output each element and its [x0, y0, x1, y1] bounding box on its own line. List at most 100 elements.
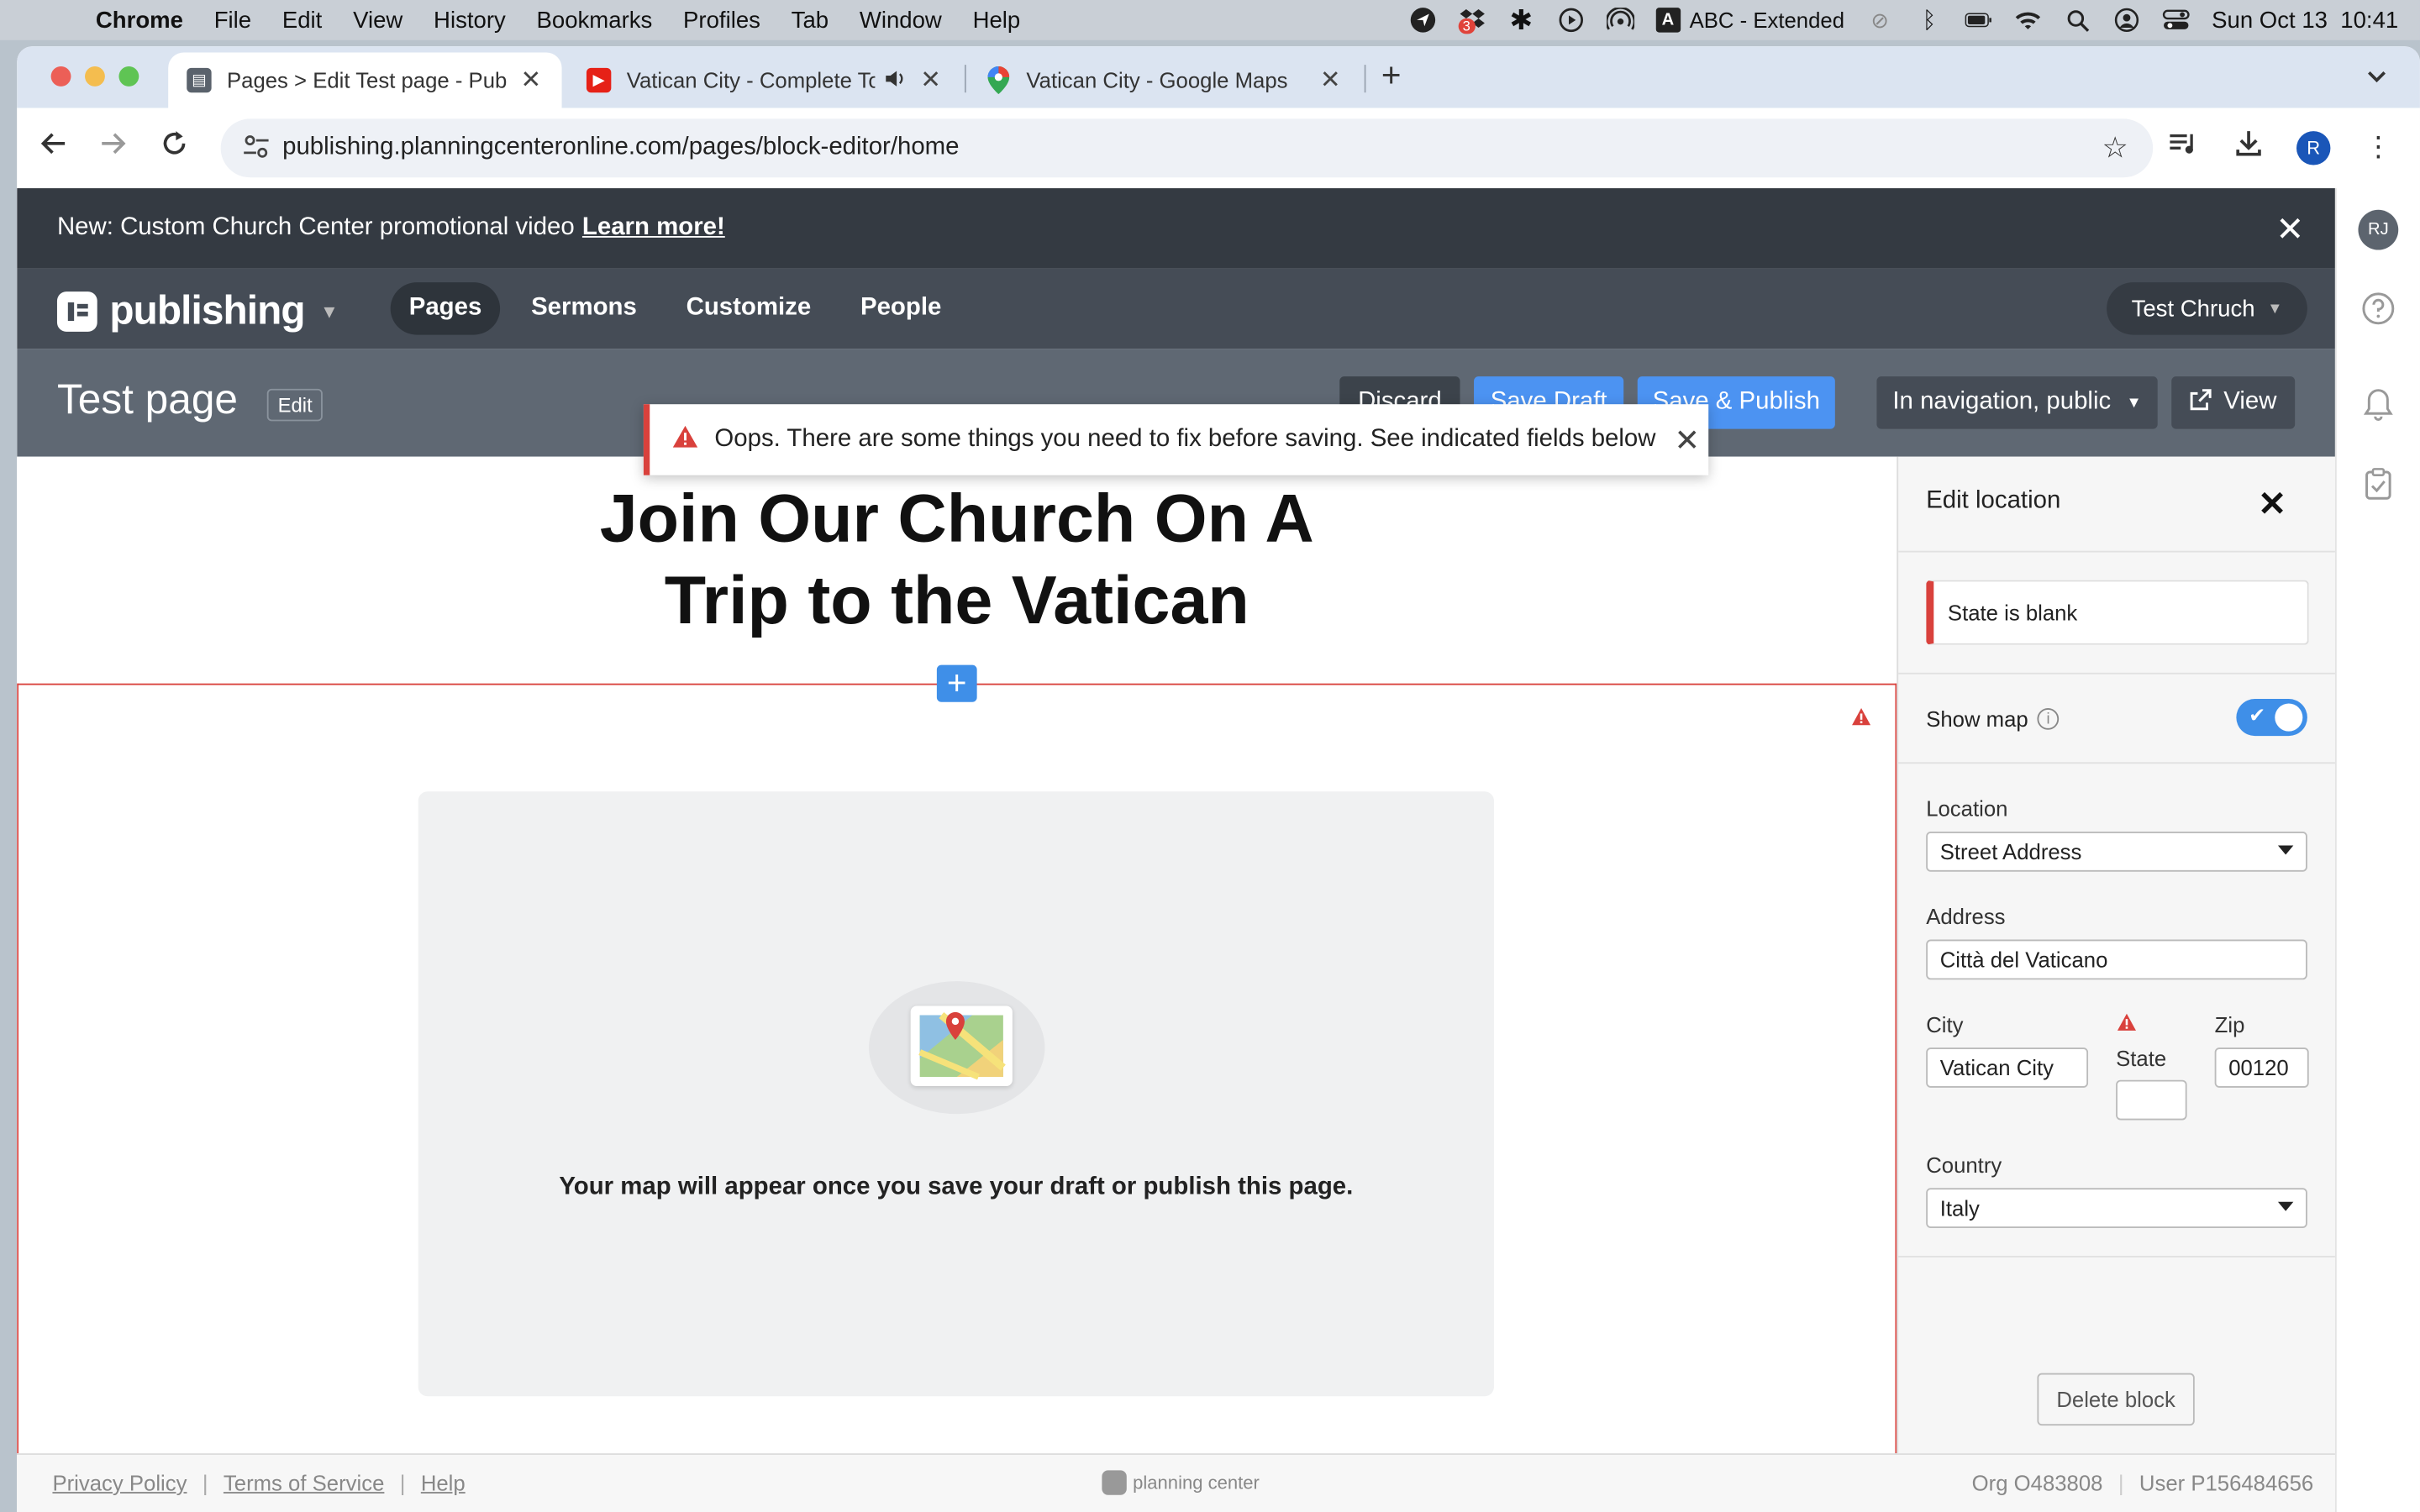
- site-settings-icon[interactable]: [233, 134, 279, 163]
- control-center-icon[interactable]: [2162, 6, 2190, 34]
- close-window-button[interactable]: [50, 66, 71, 87]
- separator: |: [2118, 1470, 2124, 1495]
- learn-more-link[interactable]: Learn more!: [582, 214, 725, 242]
- reload-icon[interactable]: [156, 129, 193, 166]
- input-source[interactable]: A ABC - Extended: [1655, 8, 1844, 33]
- window-controls: [50, 66, 139, 87]
- planning-center-brand: planning center: [1102, 1470, 1260, 1495]
- map-placeholder: Your map will appear once you save your …: [418, 791, 1494, 1397]
- org-switcher[interactable]: Test Chruch ▼: [2107, 282, 2307, 335]
- url-text[interactable]: publishing.planningcenteronline.com/page…: [282, 134, 959, 162]
- view-page-button[interactable]: View: [2171, 376, 2296, 429]
- edit-title-button[interactable]: Edit: [266, 388, 324, 422]
- info-icon[interactable]: i: [2037, 708, 2060, 730]
- nav-pages[interactable]: Pages: [390, 282, 501, 335]
- delete-block-button[interactable]: Delete block: [2037, 1373, 2195, 1426]
- address-bar[interactable]: publishing.planningcenteronline.com/page…: [220, 118, 2154, 178]
- menu-tab[interactable]: Tab: [792, 7, 829, 33]
- battery-icon[interactable]: [1965, 6, 1992, 34]
- zoom-window-button[interactable]: [118, 66, 139, 87]
- clipboard-check-icon[interactable]: [2360, 466, 2396, 503]
- notification-badge: 3: [1458, 18, 1476, 34]
- city-input[interactable]: Vatican City: [1926, 1047, 2089, 1088]
- minimize-window-button[interactable]: [85, 66, 105, 87]
- tab-vatican-tour[interactable]: ▶ Vatican City - Complete Tour ✕: [568, 52, 961, 108]
- announcement-banner: New: Custom Church Center promotional vi…: [17, 188, 2335, 269]
- tab-title: Pages > Edit Test page - Publishing: [226, 67, 507, 93]
- menu-help[interactable]: Help: [973, 7, 1021, 33]
- heading-line: Trip to the Vatican: [664, 563, 1249, 639]
- address-label: Address: [1926, 904, 2006, 929]
- zip-input[interactable]: 00120: [2214, 1047, 2309, 1088]
- state-input[interactable]: [2116, 1079, 2187, 1121]
- nav-people[interactable]: People: [842, 282, 960, 334]
- close-tab-icon[interactable]: ✕: [518, 65, 543, 96]
- help-link[interactable]: Help: [405, 1470, 481, 1494]
- menu-profiles[interactable]: Profiles: [683, 7, 760, 33]
- bluetooth-icon[interactable]: ᛒ: [1915, 6, 1943, 34]
- page-heading[interactable]: Join Our Church On A Trip to the Vatican: [17, 478, 1897, 642]
- dropdown-caret-icon: [2277, 1201, 2294, 1211]
- location-select[interactable]: Street Address: [1926, 831, 2307, 872]
- tab-search-chevron-icon[interactable]: [2358, 59, 2395, 96]
- tab-title: Vatican City - Google Maps: [1026, 67, 1288, 93]
- close-toast-icon[interactable]: ✕: [1675, 421, 1701, 459]
- play-circle-icon[interactable]: [1557, 6, 1585, 34]
- terms-link[interactable]: Terms of Service: [208, 1470, 400, 1494]
- menu-app-name[interactable]: Chrome: [96, 7, 183, 33]
- menu-file[interactable]: File: [214, 7, 251, 33]
- edit-location-panel: Edit location ✕ State is blank Show map …: [1897, 456, 2337, 1454]
- sun-asterisk-icon[interactable]: ✱: [1507, 4, 1535, 35]
- nav-sermons[interactable]: Sermons: [513, 282, 655, 334]
- close-tab-icon[interactable]: ✕: [1318, 65, 1343, 96]
- nav-customize[interactable]: Customize: [668, 282, 830, 334]
- bell-icon[interactable]: [2360, 386, 2396, 423]
- menu-history[interactable]: History: [434, 7, 506, 33]
- product-name: publishing: [109, 286, 305, 333]
- privacy-policy-link[interactable]: Privacy Policy: [37, 1470, 203, 1494]
- checkmark-icon: ✔: [2249, 703, 2266, 727]
- bookmark-star-icon[interactable]: ☆: [2102, 131, 2128, 166]
- back-arrow-icon[interactable]: [35, 129, 72, 166]
- address-input[interactable]: Città del Vaticano: [1926, 939, 2307, 980]
- airdrop-icon[interactable]: [1606, 6, 1634, 34]
- download-icon[interactable]: [2232, 129, 2265, 165]
- close-banner-icon[interactable]: ✕: [2275, 210, 2304, 250]
- mute-icon[interactable]: ⊘: [1866, 6, 1894, 34]
- profile-avatar[interactable]: R: [2296, 130, 2331, 165]
- location-arrow-icon[interactable]: [1408, 6, 1436, 34]
- kebab-menu-icon[interactable]: ⋮: [2361, 131, 2395, 164]
- spotlight-search-icon[interactable]: [2064, 6, 2091, 34]
- google-maps-favicon-icon: [986, 66, 1011, 95]
- user-avatar[interactable]: RJ: [2358, 209, 2399, 250]
- country-label: Country: [1926, 1152, 2002, 1178]
- tab-publishing[interactable]: ▤ Pages > Edit Test page - Publishing ✕: [168, 52, 562, 108]
- tab-title: Vatican City - Complete Tour: [626, 67, 876, 93]
- show-map-label: Show map: [1926, 706, 2028, 732]
- forward-arrow-icon[interactable]: [94, 129, 131, 166]
- publishing-logo-icon: [56, 291, 97, 331]
- menu-window[interactable]: Window: [860, 7, 942, 33]
- country-select[interactable]: Italy: [1926, 1188, 2307, 1229]
- state-warning-icon: [2116, 1012, 2138, 1040]
- publishing-app-switcher[interactable]: publishing ▼: [56, 286, 339, 335]
- menu-edit[interactable]: Edit: [282, 7, 322, 33]
- input-source-icon: A: [1655, 8, 1681, 33]
- user-account-icon[interactable]: [2113, 6, 2141, 34]
- clock[interactable]: Sun Oct 13 10:41: [2212, 7, 2398, 33]
- help-icon[interactable]: [2360, 290, 2396, 327]
- show-map-toggle[interactable]: ✔: [2236, 699, 2307, 737]
- menu-view[interactable]: View: [353, 7, 402, 33]
- dropbox-icon[interactable]: 3: [1458, 6, 1486, 34]
- wifi-icon[interactable]: [2014, 6, 2042, 34]
- close-tab-icon[interactable]: ✕: [918, 65, 943, 96]
- menu-bookmarks[interactable]: Bookmarks: [537, 7, 653, 33]
- visibility-dropdown[interactable]: In navigation, public ▼: [1876, 376, 2158, 429]
- media-controls-icon[interactable]: [2167, 131, 2201, 164]
- speaker-icon[interactable]: [884, 67, 906, 93]
- macos-menu-bar: Chrome File Edit View History Bookmarks …: [0, 0, 2420, 40]
- add-block-button[interactable]: +: [936, 664, 977, 702]
- close-panel-icon[interactable]: ✕: [2258, 485, 2286, 525]
- tab-google-maps[interactable]: Vatican City - Google Maps ✕: [968, 52, 1361, 108]
- new-tab-button[interactable]: +: [1381, 55, 1402, 96]
